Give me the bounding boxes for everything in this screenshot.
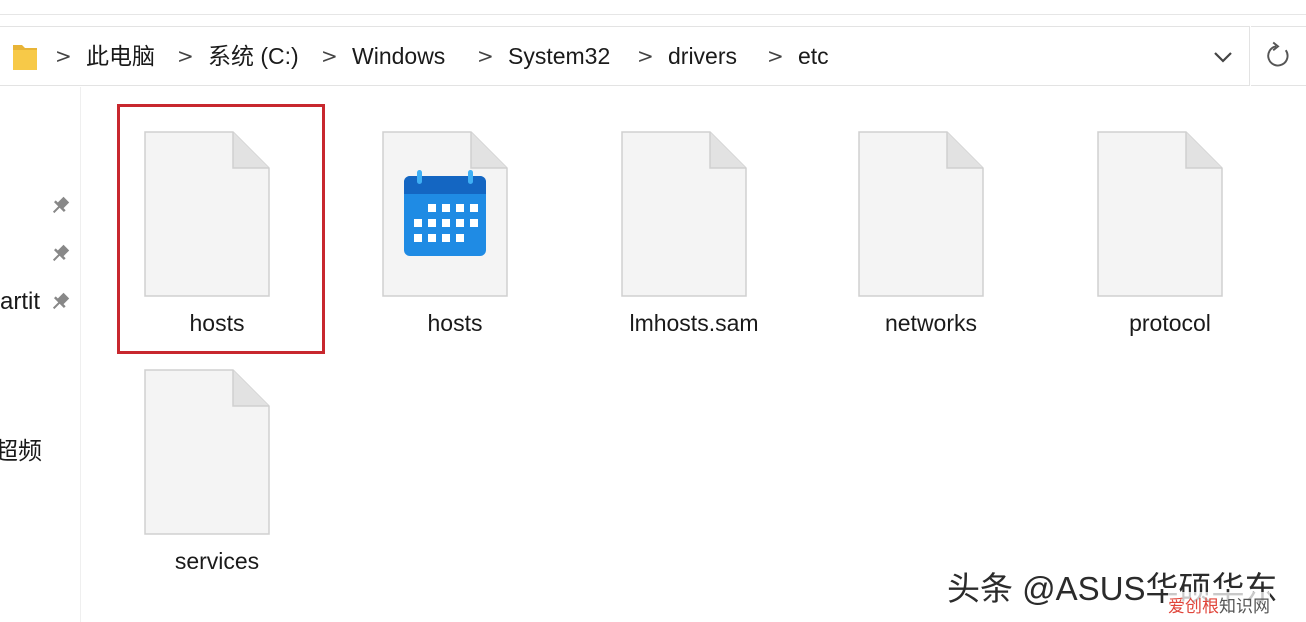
blank-document-icon bbox=[144, 369, 270, 535]
breadcrumb-separator: > bbox=[55, 44, 72, 68]
file-item-services[interactable]: services bbox=[107, 344, 327, 574]
pin-icon[interactable] bbox=[49, 195, 71, 217]
file-item-hosts[interactable]: hosts bbox=[107, 106, 327, 336]
breadcrumb-separator: > bbox=[477, 44, 494, 68]
blank-document-icon bbox=[621, 131, 747, 297]
refresh-button[interactable] bbox=[1251, 26, 1306, 86]
file-item-protocol[interactable]: protocol bbox=[1060, 106, 1280, 336]
breadcrumb-windows[interactable]: Windows bbox=[352, 27, 445, 85]
calendar-document-icon bbox=[382, 131, 508, 297]
breadcrumb-drivers[interactable]: drivers bbox=[668, 27, 737, 85]
breadcrumb-system-c[interactable]: 系统 (C:) bbox=[208, 27, 299, 85]
blank-document-icon bbox=[858, 131, 984, 297]
refresh-icon bbox=[1267, 41, 1289, 67]
file-name: services bbox=[174, 548, 260, 574]
blank-document-icon bbox=[144, 131, 270, 297]
folder-icon bbox=[13, 45, 37, 70]
file-item-networks[interactable]: networks bbox=[821, 106, 1041, 336]
watermark-subtext-grey: 知识网 bbox=[1219, 597, 1270, 616]
file-name: protocol bbox=[1129, 310, 1211, 336]
file-name: networks bbox=[884, 310, 978, 336]
window-top-border bbox=[0, 14, 1306, 15]
breadcrumb-separator: > bbox=[637, 44, 654, 68]
breadcrumb-separator: > bbox=[177, 44, 194, 68]
watermark-subtext: 爱创根知识网 bbox=[1168, 592, 1270, 617]
file-name: lmhosts.sam bbox=[629, 310, 759, 336]
pin-icon[interactable] bbox=[49, 291, 71, 313]
nav-pane-divider bbox=[80, 87, 81, 622]
breadcrumb-etc[interactable]: etc bbox=[798, 27, 829, 85]
address-bar[interactable]: > 此电脑 > 系统 (C:) > Windows > System32 > d… bbox=[0, 26, 1250, 86]
watermark-subtext-red: 爱创根 bbox=[1168, 597, 1219, 616]
file-item-hosts-calendar[interactable]: hosts bbox=[345, 106, 565, 336]
chevron-down-icon[interactable] bbox=[1207, 39, 1239, 73]
file-name: hosts bbox=[427, 310, 483, 336]
file-name: hosts bbox=[189, 310, 245, 336]
breadcrumb-system32[interactable]: System32 bbox=[508, 27, 610, 85]
blank-document-icon bbox=[1097, 131, 1223, 297]
breadcrumb-this-pc[interactable]: 此电脑 bbox=[86, 27, 155, 85]
nav-item-label[interactable]: 超频 bbox=[0, 431, 42, 466]
breadcrumb-separator: > bbox=[767, 44, 784, 68]
nav-item-label[interactable]: artit bbox=[0, 288, 40, 316]
file-item-lmhosts-sam[interactable]: lmhosts.sam bbox=[584, 106, 804, 336]
breadcrumb-separator: > bbox=[321, 44, 338, 68]
pin-icon[interactable] bbox=[49, 243, 71, 265]
